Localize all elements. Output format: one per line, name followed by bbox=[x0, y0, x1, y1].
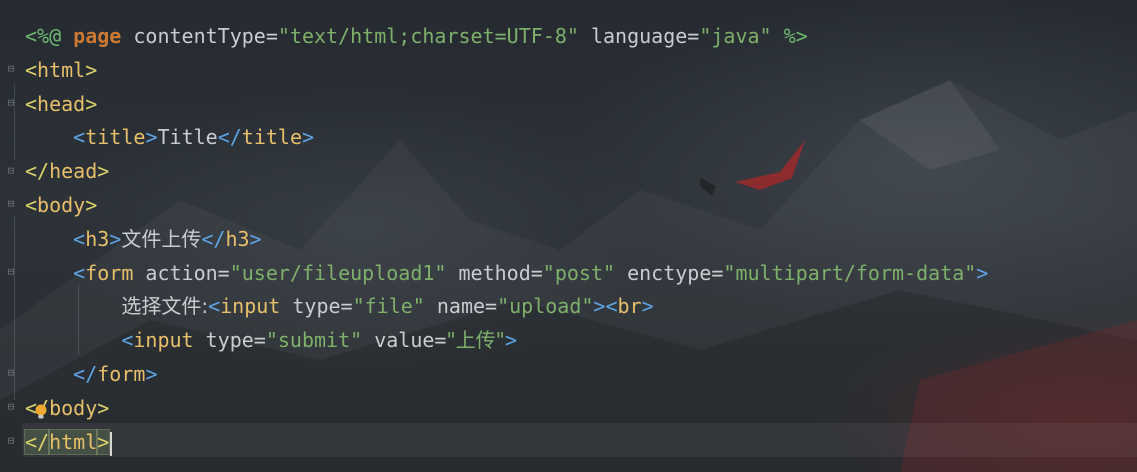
code-token: < bbox=[73, 227, 86, 251]
code-line[interactable]: <head> bbox=[25, 87, 97, 121]
code-token: > bbox=[85, 92, 98, 116]
fold-marker-icon[interactable]: ⊟ bbox=[5, 400, 17, 414]
code-token: > bbox=[249, 227, 262, 251]
code-token: h3 bbox=[85, 227, 110, 251]
code-token: "submit" bbox=[265, 328, 363, 352]
code-token: "user/fileupload1" bbox=[229, 261, 447, 285]
code-token: 选择文件: bbox=[121, 294, 209, 318]
code-token: body bbox=[37, 193, 86, 217]
code-token: form bbox=[85, 261, 134, 285]
code-token: page bbox=[73, 24, 122, 48]
code-token: head bbox=[49, 159, 98, 183]
code-token: input bbox=[220, 294, 281, 318]
code-token: < bbox=[73, 261, 86, 285]
code-token: > bbox=[97, 159, 110, 183]
code-token: form bbox=[97, 362, 146, 386]
code-token: > bbox=[145, 362, 158, 386]
code-token: name= bbox=[424, 294, 498, 318]
comment-end-fragment: --%> bbox=[22, 0, 70, 10]
code-line[interactable]: </head> bbox=[25, 154, 109, 188]
fold-marker-icon[interactable]: ⊟ bbox=[5, 434, 17, 448]
code-line[interactable]: <html> bbox=[25, 53, 97, 87]
code-token: contentType= bbox=[121, 24, 278, 48]
code-token: type= bbox=[280, 294, 353, 318]
code-token: head bbox=[37, 92, 86, 116]
fold-marker-icon[interactable]: ⊟ bbox=[5, 197, 17, 211]
current-line-highlight bbox=[22, 423, 1137, 457]
code-token: title bbox=[241, 125, 303, 149]
code-token: > bbox=[145, 125, 158, 149]
code-token: Title bbox=[157, 125, 218, 149]
text-caret bbox=[110, 431, 113, 456]
code-token: "multipart/form-data" bbox=[723, 261, 977, 285]
code-token: </ bbox=[23, 429, 51, 455]
code-line[interactable]: </html> bbox=[23, 425, 113, 459]
code-token: type= bbox=[193, 328, 266, 352]
code-token: "upload" bbox=[497, 294, 594, 318]
code-token: > bbox=[504, 328, 517, 352]
code-token: > bbox=[109, 227, 122, 251]
code-token: > bbox=[641, 294, 654, 318]
code-token: > bbox=[302, 125, 315, 149]
code-token: > bbox=[976, 261, 989, 285]
code-token: "text/html;charset=UTF-8" bbox=[277, 24, 579, 48]
code-token: h3 bbox=[225, 227, 250, 251]
code-token: action= bbox=[133, 261, 230, 285]
code-line[interactable]: <title>Title</title> bbox=[25, 120, 314, 154]
code-token: %> bbox=[771, 24, 808, 48]
fold-marker-icon[interactable]: ⊟ bbox=[5, 96, 17, 110]
code-token: >< bbox=[593, 294, 618, 318]
code-token: </ bbox=[25, 159, 50, 183]
code-line[interactable]: 选择文件:<input type="file" name="upload"><b… bbox=[25, 289, 654, 323]
code-token: </ bbox=[201, 227, 226, 251]
code-token: > bbox=[85, 193, 98, 217]
code-line[interactable]: <h3>文件上传</h3> bbox=[25, 222, 262, 256]
code-token: language= bbox=[578, 24, 700, 48]
code-line[interactable]: </form> bbox=[25, 357, 157, 391]
code-token: input bbox=[133, 328, 194, 352]
code-token: enctype= bbox=[615, 261, 724, 285]
code-token: > bbox=[96, 429, 111, 455]
fold-marker-icon[interactable]: ⊟ bbox=[5, 62, 17, 76]
code-token: < bbox=[25, 193, 38, 217]
code-editor[interactable]: --%> ⊟ ⊟ ⊟ ⊟ ⊟ ⊟ ⊟ ⊟ <%@ page contentTyp… bbox=[0, 0, 1137, 472]
code-token: "上传" bbox=[446, 328, 505, 352]
code-token: "java" bbox=[699, 24, 772, 48]
code-token: > bbox=[85, 58, 98, 82]
code-line[interactable]: <%@ page contentType="text/html;charset=… bbox=[25, 19, 808, 53]
fold-marker-icon[interactable]: ⊟ bbox=[5, 265, 17, 279]
code-token: html bbox=[48, 429, 99, 455]
code-token: "file" bbox=[352, 294, 425, 318]
code-token: body bbox=[49, 396, 98, 420]
code-token: </ bbox=[73, 362, 98, 386]
code-token: </ bbox=[217, 125, 242, 149]
code-token: <%@ bbox=[25, 24, 74, 48]
code-token: "post" bbox=[542, 261, 616, 285]
code-token: < bbox=[208, 294, 221, 318]
code-token: < bbox=[73, 125, 86, 149]
code-token: br bbox=[617, 294, 642, 318]
code-token: method= bbox=[446, 261, 543, 285]
code-token: < bbox=[25, 58, 38, 82]
fold-marker-icon[interactable]: ⊟ bbox=[5, 366, 17, 380]
fold-marker-icon[interactable]: ⊟ bbox=[5, 164, 17, 178]
code-token: title bbox=[85, 125, 146, 149]
code-token: 文件上传 bbox=[121, 227, 202, 251]
code-line[interactable]: <input type="submit" value="上传"> bbox=[25, 323, 517, 357]
code-token: > bbox=[97, 396, 110, 420]
code-token: value= bbox=[362, 328, 447, 352]
code-token: html bbox=[37, 58, 86, 82]
code-token: < bbox=[25, 92, 38, 116]
code-token: < bbox=[121, 328, 134, 352]
lightbulb-icon[interactable] bbox=[34, 404, 48, 420]
code-line[interactable]: <form action="user/fileupload1" method="… bbox=[25, 256, 988, 290]
code-line[interactable]: <body> bbox=[25, 188, 97, 222]
